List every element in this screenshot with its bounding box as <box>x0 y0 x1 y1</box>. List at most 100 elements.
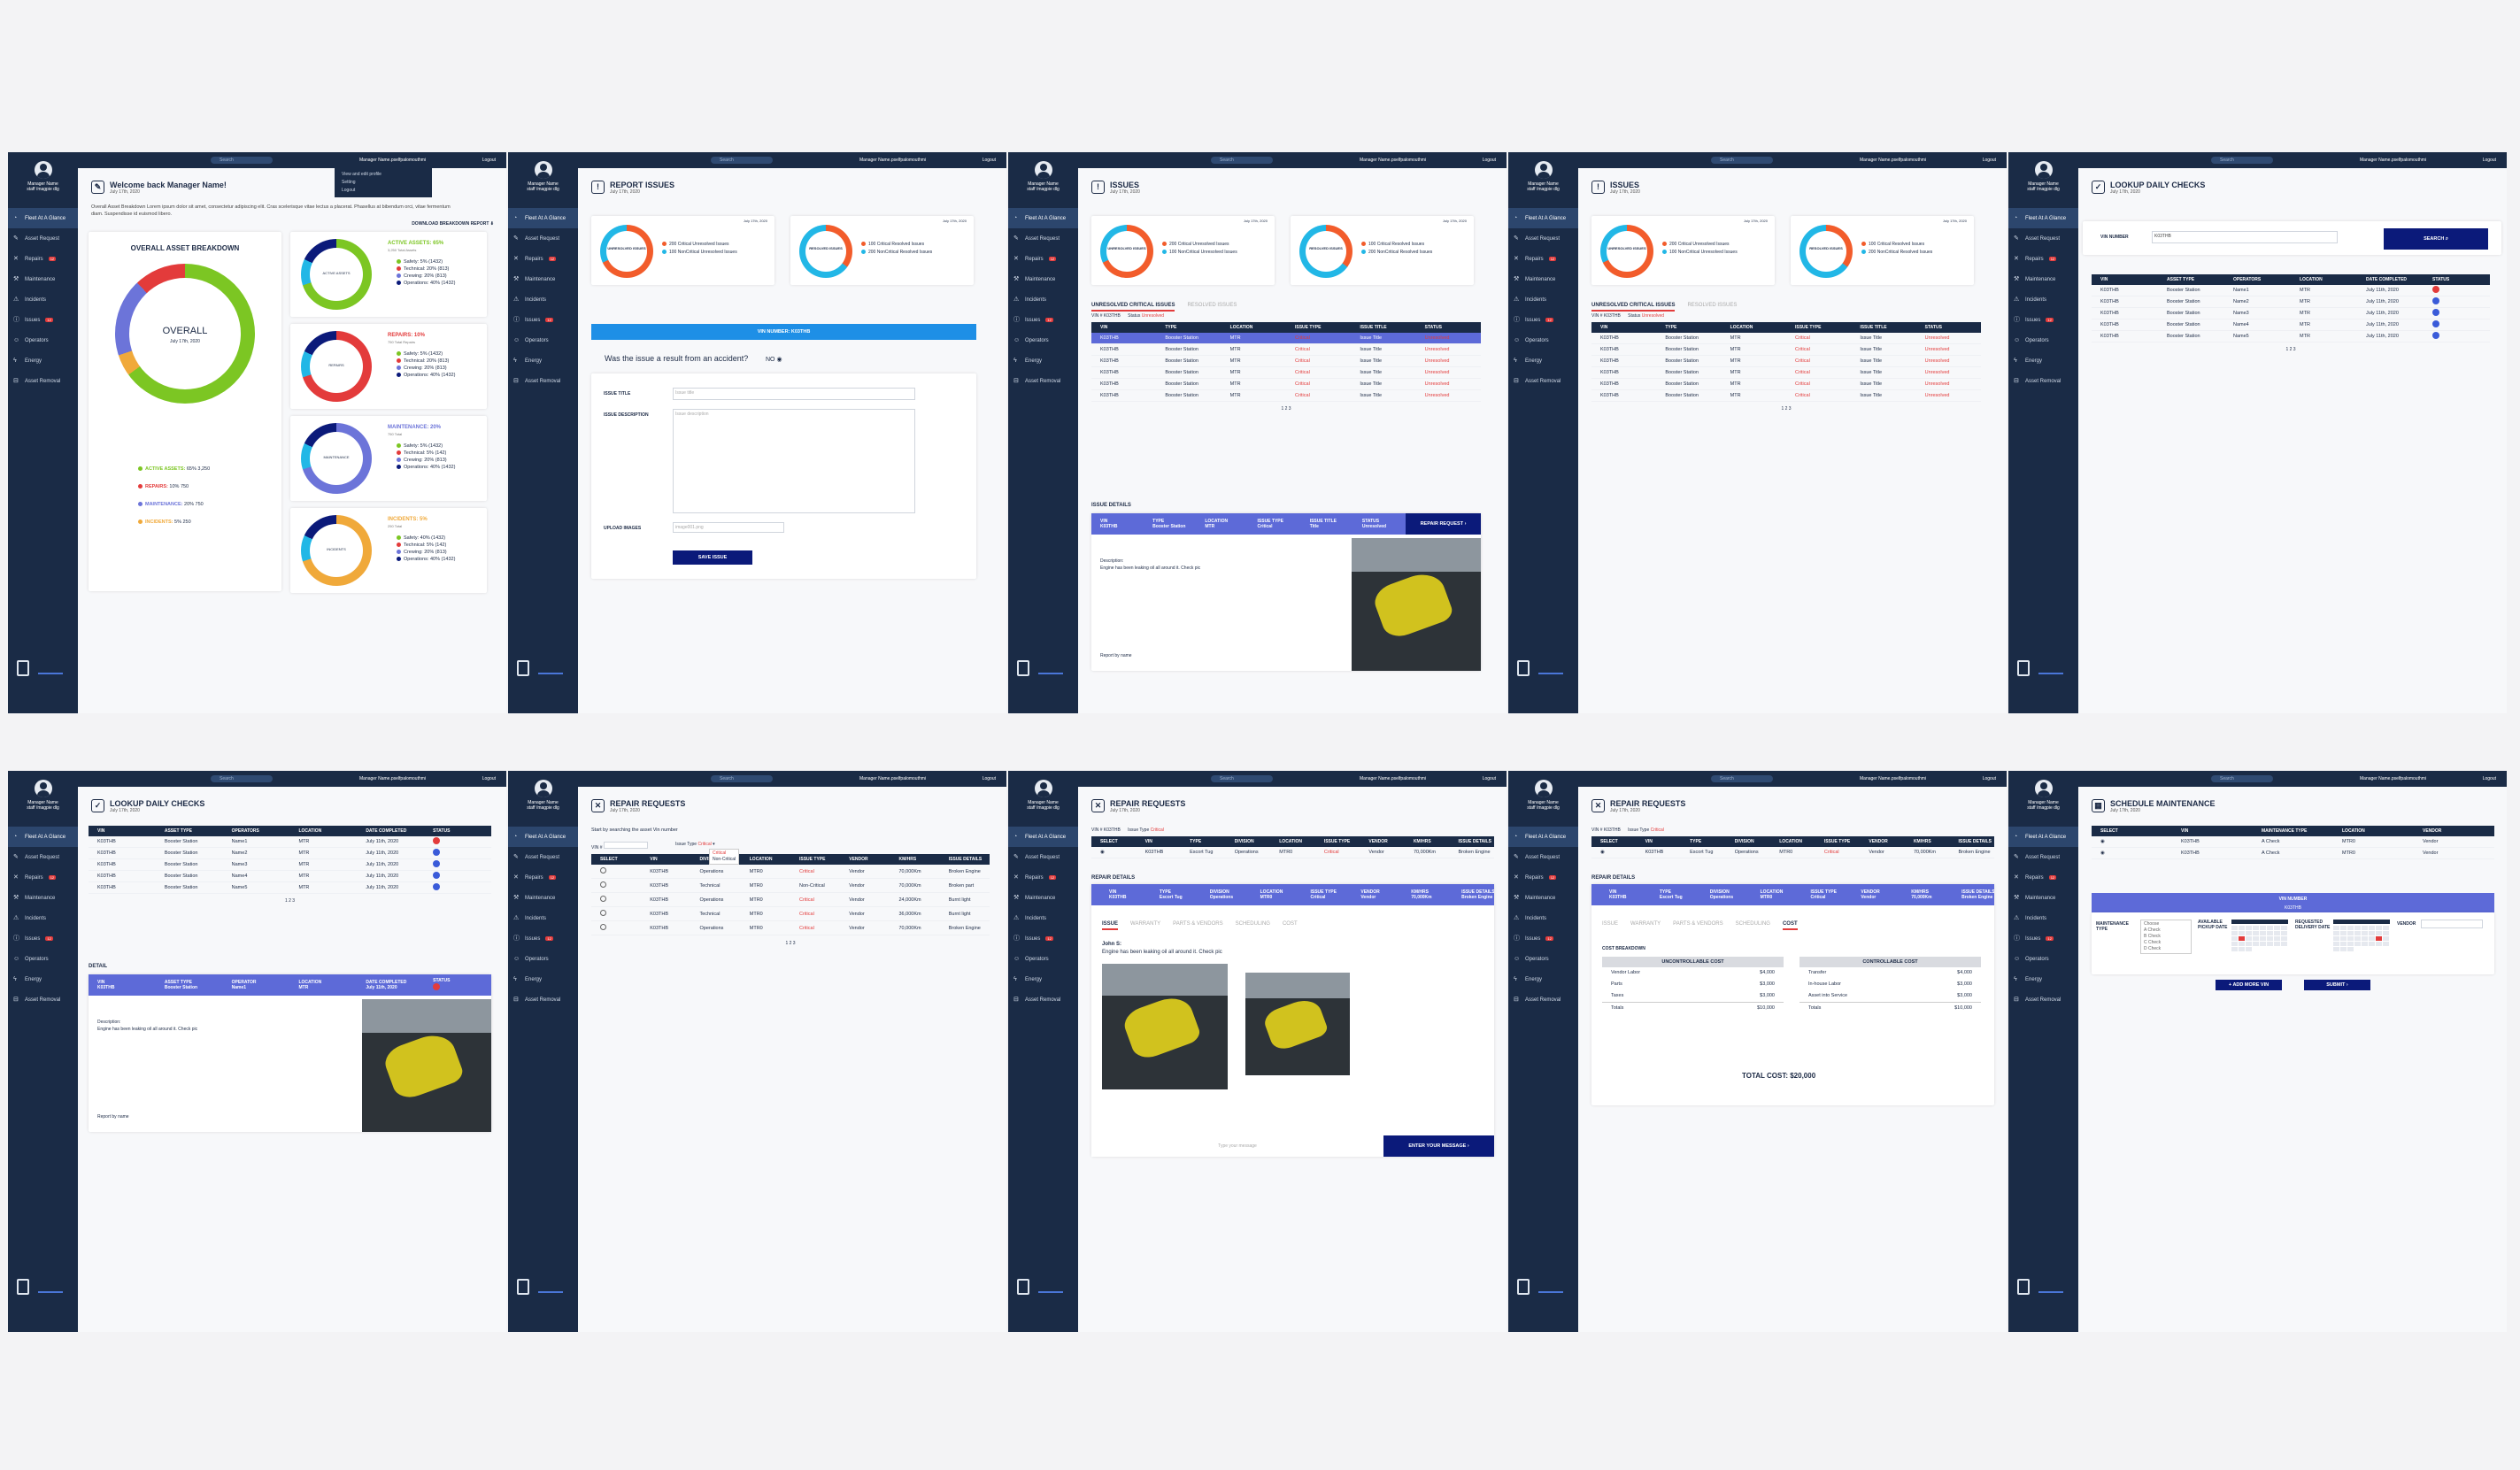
logout-link[interactable]: Logout <box>2483 776 2496 781</box>
issue-description-input[interactable]: Issue description <box>673 409 915 513</box>
logout-link[interactable]: Logout <box>482 776 496 781</box>
user-menu[interactable]: Manager Name.pselfpalomouthmi <box>1860 158 1926 163</box>
nav-operators[interactable]: ☺ Operators <box>508 949 578 969</box>
avatar[interactable] <box>534 780 552 797</box>
nav-energy[interactable]: ϟ Energy <box>508 969 578 989</box>
table-row[interactable]: K03THB Booster Station MTR Critical Issue Ti… <box>1091 356 1481 367</box>
nav-maintenance[interactable]: ⚒ Maintenance <box>1008 269 1078 289</box>
search-input[interactable]: Search <box>2211 775 2273 782</box>
select-radio[interactable] <box>600 910 606 916</box>
nav-issues[interactable]: ⓘ Issues 12 <box>2008 928 2078 949</box>
nav-maintenance[interactable]: ⚒ Maintenance <box>508 269 578 289</box>
accident-no-radio[interactable]: NO ◉ <box>766 356 782 363</box>
user-menu[interactable]: Manager Name.pselfpalomouthmi <box>1360 158 1426 163</box>
nav-fleet[interactable]: ◔ Fleet At A Glance <box>8 827 78 847</box>
vin-search-input[interactable]: K03THB <box>2152 231 2338 243</box>
nav-incidents[interactable]: ⚠ Incidents <box>508 289 578 310</box>
nav-maintenance[interactable]: ⚒ Maintenance <box>508 888 578 908</box>
nav-fleet[interactable]: ◔ Fleet At A Glance <box>508 827 578 847</box>
pagination[interactable]: 1 2 3 <box>89 898 491 904</box>
avatar[interactable] <box>1034 161 1052 179</box>
pagination[interactable]: 1 2 3 <box>1591 406 1981 412</box>
nav-maintenance[interactable]: ⚒ Maintenance <box>2008 269 2078 289</box>
user-menu[interactable]: Manager Name.pselfpalomouthmi <box>1360 776 1426 781</box>
table-row[interactable]: ◉ K03THB Escort Tug Operations MTR0 Critical V… <box>1591 847 1994 858</box>
dropdown-profile[interactable]: View and edit profile <box>342 171 425 179</box>
select-radio[interactable] <box>600 896 606 902</box>
nav-incidents[interactable]: ⚠ Incidents <box>8 289 78 310</box>
search-input[interactable]: Search <box>711 775 773 782</box>
nav-energy[interactable]: ϟ Energy <box>508 350 578 371</box>
add-more-vin-button[interactable]: + ADD MORE VIN <box>2216 980 2282 990</box>
table-row[interactable]: K03THB Booster Station MTR Critical Issue Ti… <box>1591 333 1981 344</box>
nav-incidents[interactable]: ⚠ Incidents <box>1008 908 1078 928</box>
pagination[interactable]: 1 2 3 <box>591 941 990 946</box>
nav-maintenance[interactable]: ⚒ Maintenance <box>1008 888 1078 908</box>
avatar[interactable] <box>34 780 52 797</box>
table-row[interactable]: K03THB Booster Station MTR Critical Issue Ti… <box>1591 367 1981 379</box>
search-input[interactable]: Search <box>211 157 273 164</box>
nav-fleet[interactable]: ◔ Fleet At A Glance <box>1508 208 1578 228</box>
nav-fleet[interactable]: ◔ Fleet At A Glance <box>508 208 578 228</box>
search-input[interactable]: Search <box>1211 157 1273 164</box>
nav-fleet[interactable]: ◔ Fleet At A Glance <box>1508 827 1578 847</box>
nav-repairs[interactable]: ✕ Repairs 12 <box>2008 867 2078 888</box>
nav-incidents[interactable]: ⚠ Incidents <box>508 908 578 928</box>
nav-fleet[interactable]: ◔ Fleet At A Glance <box>8 208 78 228</box>
vin-filter[interactable]: VIN # <box>591 842 648 850</box>
avatar[interactable] <box>2034 161 2053 179</box>
nav-repairs[interactable]: ✕ Repairs 12 <box>8 249 78 269</box>
logout-link[interactable]: Logout <box>1483 158 1496 163</box>
table-row[interactable]: ◉ K03THB A Check MTR0 Vendor <box>2092 836 2494 848</box>
select-radio[interactable] <box>600 881 606 888</box>
table-row[interactable]: K03THB Booster Station Name2 MTR July 11th, … <box>89 848 491 859</box>
nav-operators[interactable]: ☺ Operators <box>1508 949 1578 969</box>
repair-tabs[interactable]: ISSUE WARRANTY PARTS & VENDORS SCHEDULING CO… <box>1102 921 1310 930</box>
nav-maintenance[interactable]: ⚒ Maintenance <box>1508 888 1578 908</box>
nav-issues[interactable]: ⓘ Issues 12 <box>508 928 578 949</box>
table-row[interactable]: K03THB Booster Station Name5 MTR July 11th, … <box>2092 331 2490 342</box>
nav-energy[interactable]: ϟ Energy <box>1008 969 1078 989</box>
table-row[interactable]: K03THB Operations MTR0 Critical Vendor 70,000… <box>591 921 990 935</box>
table-row[interactable]: K03THB Booster Station Name3 MTR July 11th, … <box>2092 308 2490 319</box>
search-input[interactable]: Search <box>1711 157 1773 164</box>
table-row[interactable]: K03THB Booster Station MTR Critical Issue Ti… <box>1591 344 1981 356</box>
avatar[interactable] <box>34 161 52 179</box>
nav-incidents[interactable]: ⚠ Incidents <box>1508 908 1578 928</box>
table-row[interactable]: K03THB Booster Station MTR Critical Issue Ti… <box>1091 344 1481 356</box>
nav-asset-request[interactable]: ✎ Asset Request <box>8 847 78 867</box>
avatar[interactable] <box>1534 780 1553 797</box>
upload-input[interactable]: image001.png <box>673 522 784 533</box>
table-row[interactable]: K03THB Booster Station Name4 MTR July 11th, … <box>2092 319 2490 331</box>
nav-maintenance[interactable]: ⚒ Maintenance <box>1508 269 1578 289</box>
nav-repairs[interactable]: ✕ Repairs 12 <box>1008 867 1078 888</box>
table-row[interactable]: K03THB Booster Station MTR Critical Issue Ti… <box>1591 356 1981 367</box>
logout-link[interactable]: Logout <box>1483 776 1496 781</box>
vendor-input[interactable] <box>2421 920 2483 928</box>
submit-button[interactable]: SUBMIT › <box>2304 980 2370 990</box>
nav-energy[interactable]: ϟ Energy <box>1508 350 1578 371</box>
search-input[interactable]: Search <box>1211 775 1273 782</box>
nav-operators[interactable]: ☺ Operators <box>2008 949 2078 969</box>
search-input[interactable]: Search <box>211 775 273 782</box>
nav-incidents[interactable]: ⚠ Incidents <box>1008 289 1078 310</box>
dropdown-setting[interactable]: Setting <box>342 179 425 187</box>
nav-asset-request[interactable]: ✎ Asset Request <box>1008 847 1078 867</box>
repair-tabs[interactable]: ISSUE WARRANTY PARTS & VENDORS SCHEDULING CO… <box>1602 921 1810 930</box>
table-row[interactable]: ◉ K03THB Escort Tug Operations MTR0 Critical V… <box>1091 847 1494 858</box>
nav-energy[interactable]: ϟ Energy <box>8 969 78 989</box>
nav-asset-removal[interactable]: ⊟ Asset Removal <box>8 989 78 1010</box>
table-row[interactable]: K03THB Booster Station Name5 MTR July 11th, … <box>89 882 491 894</box>
search-input[interactable]: Search <box>711 157 773 164</box>
nav-maintenance[interactable]: ⚒ Maintenance <box>2008 888 2078 908</box>
dropdown-logout[interactable]: Logout <box>342 187 425 195</box>
avatar[interactable] <box>1534 161 1553 179</box>
table-row[interactable]: K03THB Booster Station MTR Critical Issue Ti… <box>1591 390 1981 402</box>
nav-issues[interactable]: ⓘ Issues 12 <box>1008 928 1078 949</box>
logout-link[interactable]: Logout <box>482 158 496 163</box>
table-row[interactable]: K03THB Booster Station MTR Critical Issue Ti… <box>1591 379 1981 390</box>
logout-link[interactable]: Logout <box>1983 158 1996 163</box>
select-radio[interactable] <box>600 867 606 874</box>
nav-asset-removal[interactable]: ⊟ Asset Removal <box>2008 989 2078 1010</box>
nav-asset-request[interactable]: ✎ Asset Request <box>2008 228 2078 249</box>
